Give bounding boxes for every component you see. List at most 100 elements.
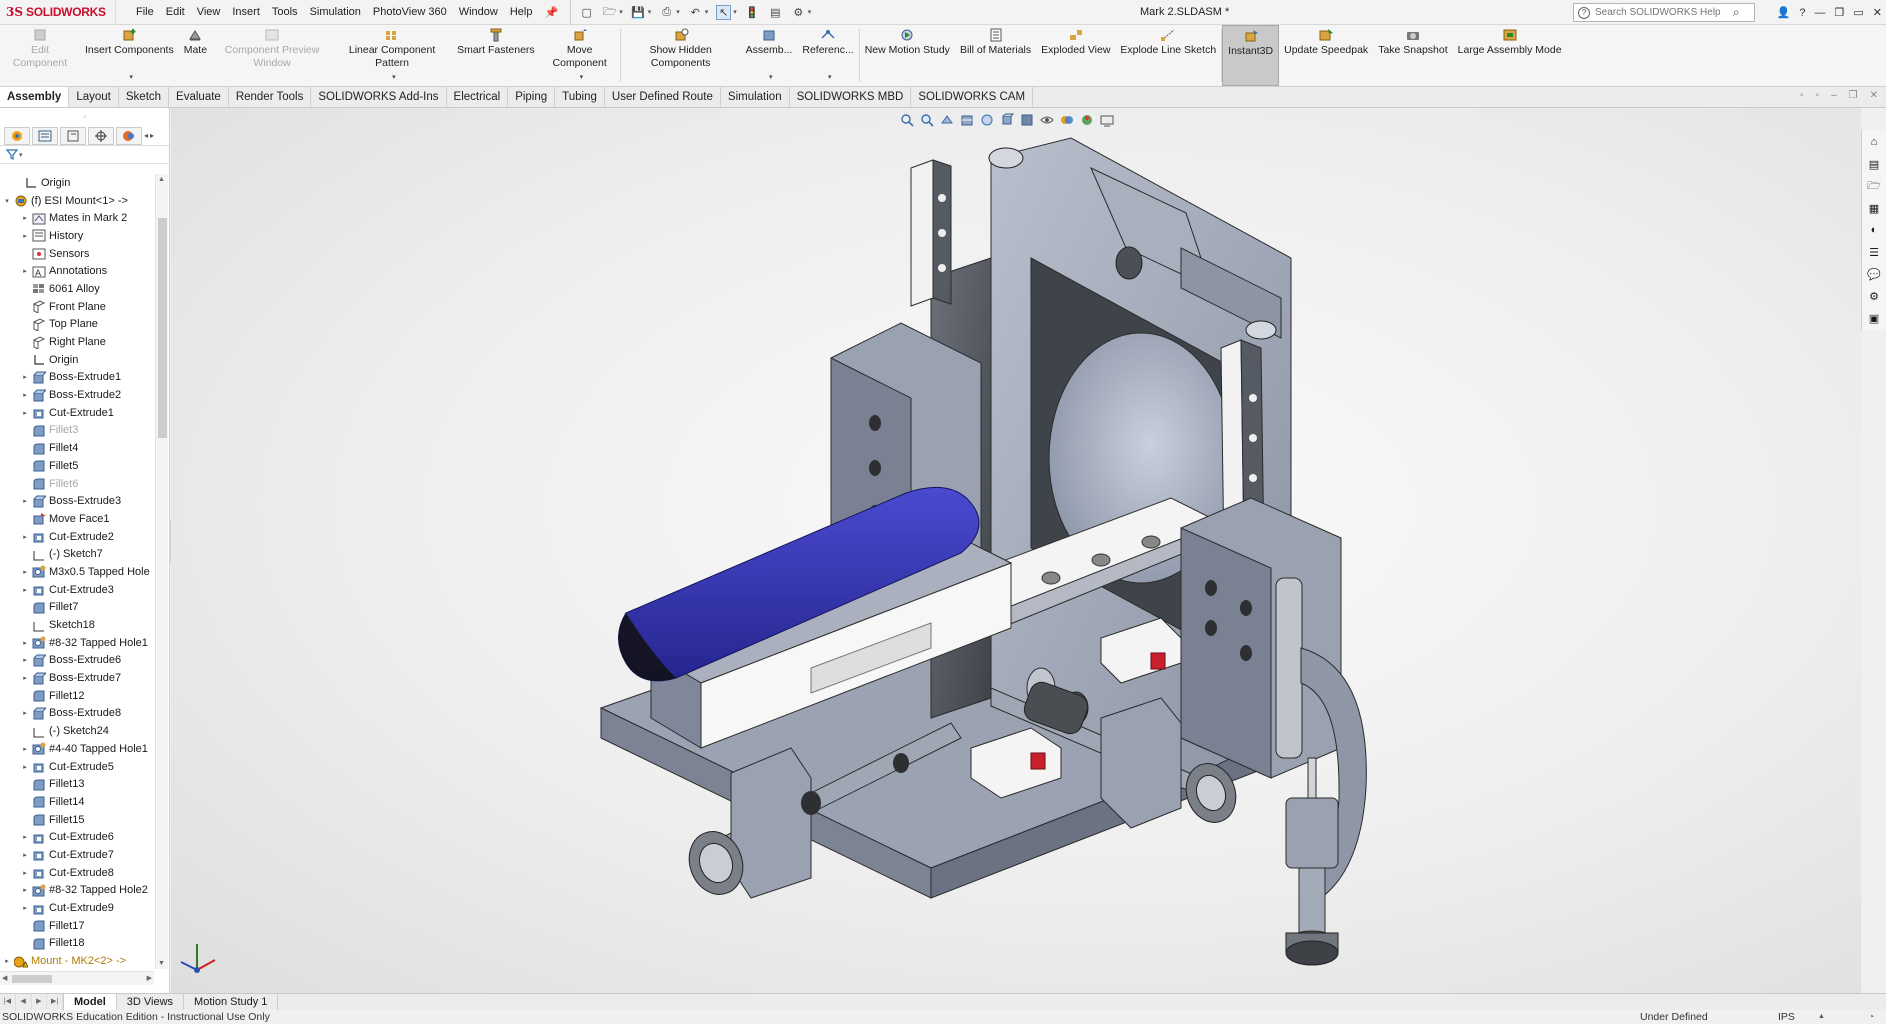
cmd-smart-fasteners-button[interactable]: Smart Fasteners [452,25,540,86]
cmd-edit-component-button[interactable]: Edit Component [0,25,80,86]
new-document-icon[interactable]: ▢ [579,5,594,20]
tree-item[interactable]: ▸ Cut-Extrude3 [0,581,154,599]
scroll-thumb[interactable] [158,218,167,438]
orientation-triad[interactable] [175,938,221,981]
search-icon[interactable]: ⌕ [1733,5,1740,20]
expand-arrow-icon[interactable]: ▸ [2,957,12,965]
open-document-icon[interactable]: 🗁 [602,5,617,20]
expand-arrow-icon[interactable]: ▸ [20,904,30,912]
cmd-move-component-button[interactable]: Move Component ▾ [540,25,620,86]
cmd-preview-window-button[interactable]: Component Preview Window [212,25,332,86]
cmd-exploded-view-button[interactable]: Exploded View [1036,25,1115,86]
cmd-speedpak-button[interactable]: Update Speedpak [1279,25,1373,86]
help-search-box[interactable]: ? ⌕ [1573,3,1755,22]
cmd-mate-button[interactable]: Mate [179,25,212,86]
tree-item[interactable]: Sensors [0,245,154,263]
design-library-icon[interactable]: ▤ [1866,156,1882,172]
solidworks-forum-icon[interactable]: 💬 [1866,266,1882,282]
save-icon[interactable]: 💾 [631,5,646,20]
assembly-model[interactable] [171,108,1861,993]
expand-arrow-icon[interactable]: ▸ [20,869,30,877]
menu-window[interactable]: Window [453,0,504,25]
right-side-plate[interactable] [1180,497,1367,899]
tree-vertical-scrollbar[interactable]: ▲ ▼ [155,174,168,969]
hscroll-thumb[interactable] [12,975,52,983]
configuration-manager-tab-icon[interactable] [60,126,86,145]
tree-item[interactable]: Fillet7 [0,599,154,617]
tree-item[interactable]: Fillet18 [0,935,154,953]
prev-tab-icon[interactable]: ◀ [16,994,32,1010]
dropdown-caret-icon[interactable]: ▾ [129,71,133,84]
tab-render-tools[interactable]: Render Tools [229,87,312,107]
doc-minimize-icon[interactable]: – [1831,90,1837,101]
expand-arrow-icon[interactable]: ▸ [20,851,30,859]
tree-item[interactable]: Fillet5 [0,457,154,475]
rebuild-icon[interactable]: 🚦 [745,5,760,20]
bottom-tab-model[interactable]: Model [64,994,117,1010]
tree-filter[interactable]: ▾ [0,146,169,164]
solidworks-resources-icon[interactable]: ⌂ [1866,134,1882,150]
cmd-explode-line-button[interactable]: Explode Line Sketch [1115,25,1221,86]
expand-arrow-icon[interactable]: ▸ [20,586,30,594]
tab-assembly[interactable]: Assembly [0,87,70,107]
menu-tools[interactable]: Tools [266,0,304,25]
property-manager-tab-icon[interactable] [32,126,58,145]
doc-close-icon[interactable]: ✕ [1870,90,1878,101]
tree-item[interactable]: ▸ Boss-Extrude6 [0,652,154,670]
tab-solidworks-mbd[interactable]: SOLIDWORKS MBD [790,87,912,107]
quick-tips-icon[interactable]: ◔ [1868,1010,1874,1024]
expand-arrow-icon[interactable]: ▸ [20,709,30,717]
tree-item[interactable]: Fillet15 [0,811,154,829]
tree-item[interactable]: ▸ Cut-Extrude5 [0,758,154,776]
tree-item[interactable]: Right Plane [0,333,154,351]
tree-item[interactable]: Origin [0,174,154,192]
print-icon[interactable]: ⎙ [659,5,674,20]
tree-item[interactable]: ▸ A Annotations [0,262,154,280]
tile-icon[interactable]: ▫ [1800,90,1804,101]
menu-view[interactable]: View [191,0,227,25]
tree-item[interactable]: ▸ Cut-Extrude2 [0,528,154,546]
menu-simulation[interactable]: Simulation [304,0,367,25]
tree-item[interactable]: ▸ Boss-Extrude7 [0,669,154,687]
expand-arrow-icon[interactable]: ▸ [20,886,30,894]
tree-item[interactable]: (-) Sketch7 [0,545,154,563]
expand-arrow-icon[interactable]: ▸ [20,497,30,505]
file-properties-icon[interactable]: ▤ [768,5,783,20]
undo-icon[interactable]: ↶ [688,5,703,20]
tree-item[interactable]: ▸ Cut-Extrude9 [0,899,154,917]
restore-icon[interactable]: ❐ [1835,6,1845,19]
scroll-down-icon[interactable]: ▼ [158,960,165,967]
user-account-icon[interactable]: 👤 [1777,6,1791,19]
tab-sketch[interactable]: Sketch [119,87,170,107]
tree-item[interactable]: ▸ M3x0.5 Tapped Hole [0,563,154,581]
scroll-left-icon[interactable]: ◀ [2,974,7,982]
tab-user-defined-route[interactable]: User Defined Route [605,87,721,107]
dropdown-caret-icon[interactable]: ▾ [828,71,832,84]
tree-item[interactable]: Fillet3 [0,422,154,440]
tabs-scroll-left-icon[interactable]: ◂ [144,131,148,140]
scroll-up-icon[interactable]: ▲ [158,176,165,183]
menu-photoview-360[interactable]: PhotoView 360 [367,0,453,25]
tabs-scroll-right-icon[interactable]: ▸ [150,131,154,140]
file-explorer-icon[interactable]: 🗁 [1866,178,1882,194]
options-gear-icon[interactable]: ⚙ [791,5,806,20]
cmd-large-assembly-button[interactable]: Large Assembly Mode [1453,25,1567,86]
tree-item[interactable]: ▸ #8-32 Tapped Hole1 [0,634,154,652]
tab-evaluate[interactable]: Evaluate [169,87,229,107]
tree-item[interactable]: ▸ Boss-Extrude8 [0,705,154,723]
tree-item[interactable]: ▸ Cut-Extrude6 [0,828,154,846]
last-tab-icon[interactable]: ▶| [47,994,63,1010]
unit-system-caret-icon[interactable]: ▲ [1818,1010,1825,1024]
tree-item[interactable]: Fillet4 [0,439,154,457]
dropdown-caret-icon[interactable]: ▾ [392,71,396,84]
first-tab-icon[interactable]: |◀ [0,994,16,1010]
close-icon[interactable]: ✕ [1873,6,1882,19]
collapse-arrow-icon[interactable]: ▾ [2,197,12,205]
expand-arrow-icon[interactable]: ▸ [20,533,30,541]
tree-item[interactable]: Origin [0,351,154,369]
cmd-bom-button[interactable]: Bill of Materials [955,25,1036,86]
tree-item[interactable]: Fillet13 [0,775,154,793]
tree-item[interactable]: Move Face1 [0,510,154,528]
cam-icon[interactable]: ▣ [1866,310,1882,326]
tree-item[interactable]: ▾ (f) ESI Mount<1> -> [0,192,154,210]
